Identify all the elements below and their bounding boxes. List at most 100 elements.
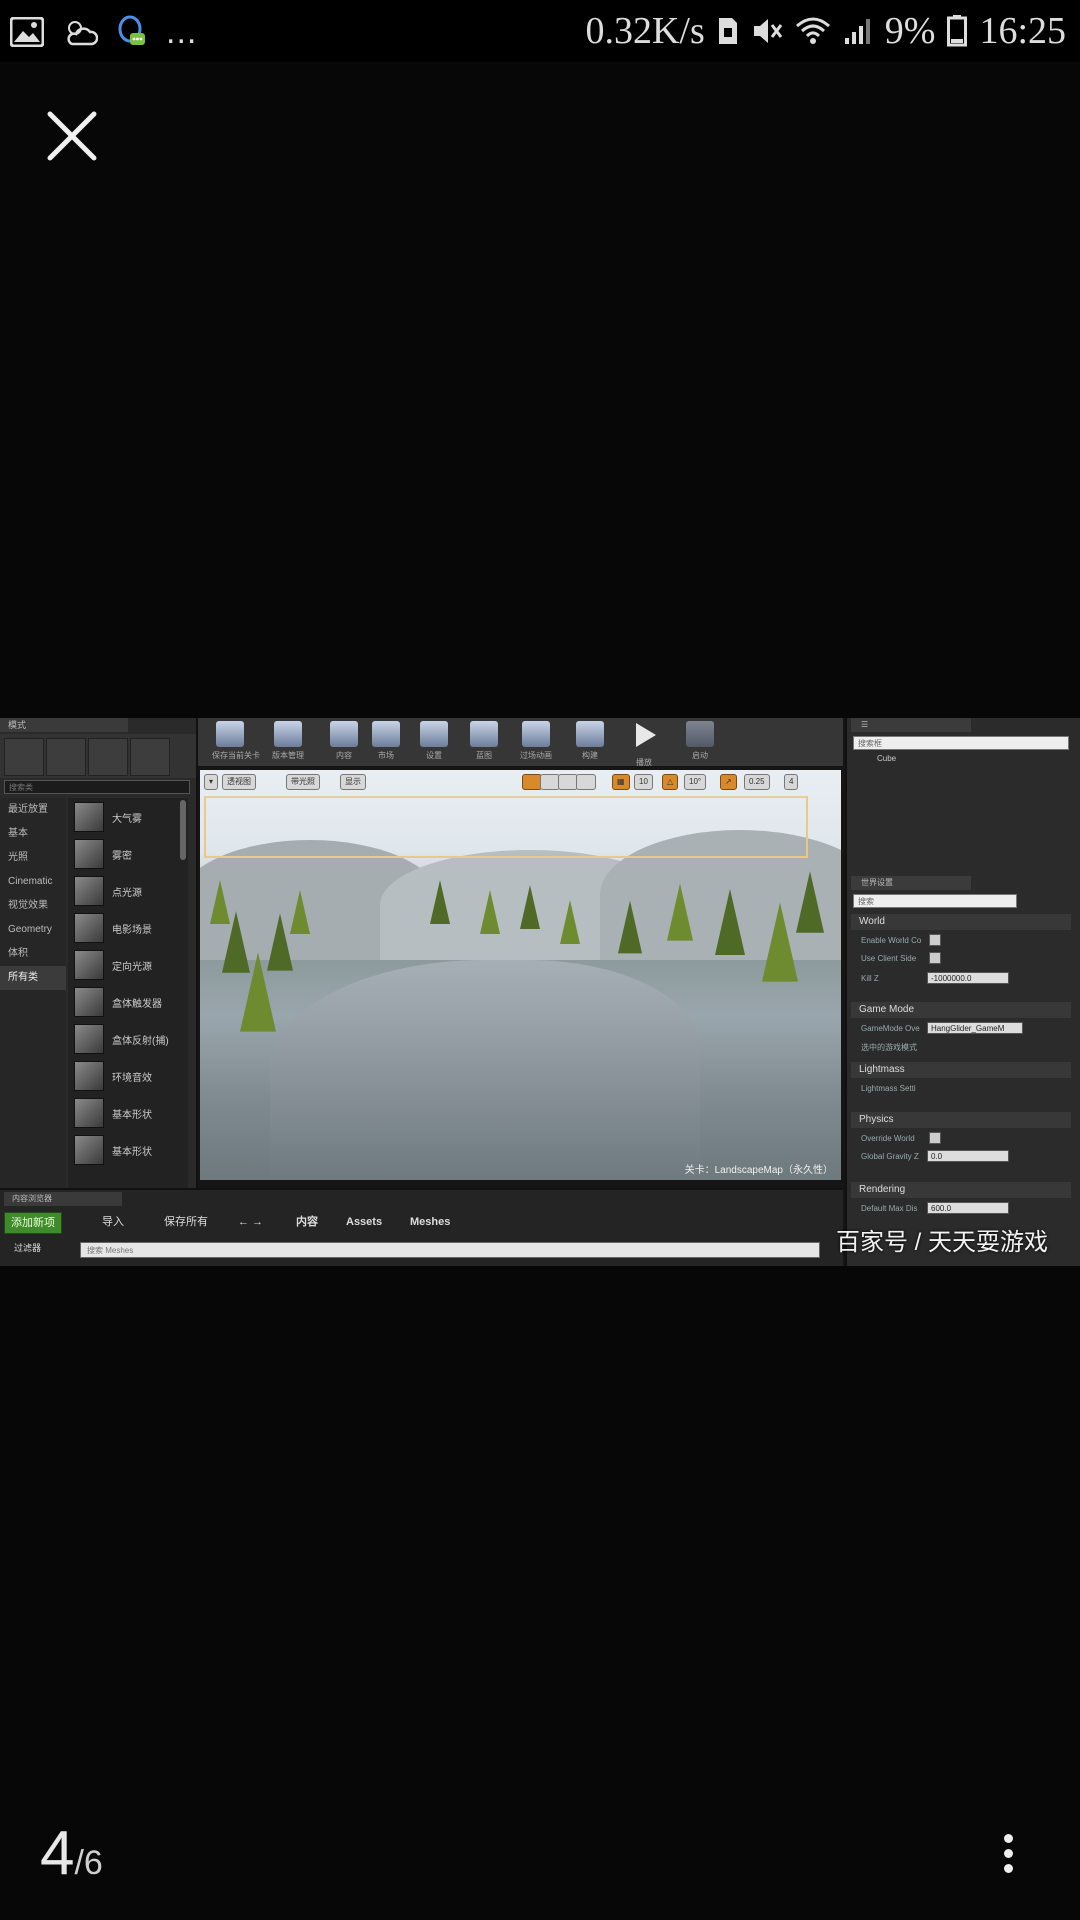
section-lightmass[interactable]: Lightmass xyxy=(851,1062,1071,1078)
translate-icon[interactable] xyxy=(522,774,542,790)
scale-snap-button[interactable]: ↗ xyxy=(720,774,737,790)
list-item[interactable]: 基本形状 xyxy=(68,1095,188,1131)
blueprints-icon xyxy=(470,721,498,747)
tree xyxy=(430,880,450,924)
property-label: Global Gravity Z xyxy=(861,1152,919,1161)
more-vertical-icon[interactable] xyxy=(990,1834,1026,1882)
class-search-input[interactable]: 搜索类 xyxy=(4,780,190,794)
launch-button[interactable]: 启动 xyxy=(682,721,718,763)
outliner-search-input[interactable]: 搜索框 xyxy=(853,736,1069,750)
category-item[interactable]: 光照 xyxy=(0,846,66,870)
rotate-icon[interactable] xyxy=(540,774,560,790)
content-browser-tab[interactable]: 内容浏览器 xyxy=(4,1192,122,1206)
details-search-input[interactable]: 搜索 xyxy=(853,894,1017,908)
viewport-options-button[interactable]: ▾ xyxy=(204,774,219,790)
category-item[interactable]: Cinematic xyxy=(0,870,66,894)
foliage-mode-button[interactable] xyxy=(130,738,170,776)
gravity-field[interactable]: 0.0 xyxy=(927,1150,1009,1162)
marketplace-button[interactable]: 市场 xyxy=(368,721,404,763)
build-button[interactable]: 构建 xyxy=(572,721,608,763)
show-button[interactable]: 显示 xyxy=(340,774,366,790)
max-distance-field[interactable]: 600.0 xyxy=(927,1202,1009,1214)
blueprints-button[interactable]: 蓝图 xyxy=(466,721,502,763)
section-game-mode[interactable]: Game Mode xyxy=(851,1002,1071,1018)
section-world[interactable]: World xyxy=(851,914,1071,930)
checkbox[interactable] xyxy=(929,934,941,946)
section-rendering[interactable]: Rendering xyxy=(851,1182,1071,1198)
lit-button[interactable]: 带光照 xyxy=(286,774,320,790)
source-control-button[interactable]: 版本管理 xyxy=(270,721,306,763)
grid-snap-button[interactable]: ▦ xyxy=(612,774,630,790)
selected-actor-bounds[interactable] xyxy=(204,796,808,858)
rotation-snap-value[interactable]: 10° xyxy=(684,774,707,790)
source-control-icon xyxy=(274,721,302,747)
kill-z-field[interactable]: -1000000.0 xyxy=(927,972,1009,984)
scale-snap-value[interactable]: 0.25 xyxy=(744,774,770,790)
scale-icon[interactable] xyxy=(558,774,578,790)
marketplace-icon xyxy=(372,721,400,747)
modes-tab[interactable]: 模式 xyxy=(0,718,128,732)
list-item[interactable]: 大气雾 xyxy=(68,799,188,835)
gamemode-dropdown[interactable]: HangGlider_GameM xyxy=(927,1022,1023,1034)
outliner-item[interactable]: Cube xyxy=(877,754,896,763)
content-button[interactable]: 内容 xyxy=(326,721,362,763)
save-button[interactable]: 保存当前关卡 xyxy=(212,721,260,763)
breadcrumb-item[interactable]: Assets xyxy=(346,1212,382,1232)
category-item-selected[interactable]: 所有类 xyxy=(0,966,66,990)
checkbox[interactable] xyxy=(929,1132,941,1144)
world-space-icon[interactable] xyxy=(576,774,596,790)
content-search-input[interactable]: 搜索 Meshes xyxy=(80,1242,820,1258)
close-icon[interactable] xyxy=(44,108,100,164)
property-label: Override World xyxy=(861,1134,915,1143)
category-item[interactable]: Geometry xyxy=(0,918,66,942)
list-item[interactable]: 环境音效 xyxy=(68,1058,188,1094)
history-nav-buttons[interactable]: ← → xyxy=(232,1212,269,1232)
play-button[interactable]: 播放 xyxy=(626,721,662,767)
mute-icon xyxy=(753,19,782,43)
landscape-mode-button[interactable] xyxy=(88,738,128,776)
photo-image[interactable]: 模式 搜索类 最近放置 基本 光照 Cinematic 视觉效果 Geometr… xyxy=(0,718,1080,1266)
category-item[interactable]: 体积 xyxy=(0,942,66,966)
grid-size-value[interactable]: 10 xyxy=(634,774,653,790)
watermark: 百家号 / 天天耍游戏 xyxy=(836,1229,1049,1256)
add-new-button[interactable]: 添加新项 xyxy=(4,1212,62,1234)
content-browser: 内容浏览器 添加新项 导入 保存所有 ← → 内容 Assets Meshes … xyxy=(0,1188,843,1266)
tree xyxy=(715,889,745,955)
river-terrain xyxy=(270,960,700,1180)
list-item[interactable]: 盒体反射(捕) xyxy=(68,1021,188,1057)
rotation-snap-button[interactable]: △ xyxy=(662,774,679,790)
camera-speed-value[interactable]: 4 xyxy=(784,774,799,790)
category-item[interactable]: 基本 xyxy=(0,822,66,846)
details-tab[interactable]: 世界设置 xyxy=(851,876,971,890)
checkbox[interactable] xyxy=(929,952,941,964)
perspective-button[interactable]: 透视图 xyxy=(222,774,256,790)
list-item[interactable]: 点光源 xyxy=(68,873,188,909)
modes-panel: 模式 搜索类 最近放置 基本 光照 Cinematic 视觉效果 Geometr… xyxy=(0,718,198,1188)
place-mode-button[interactable] xyxy=(4,738,44,776)
list-item[interactable]: 盒体触发器 xyxy=(68,984,188,1020)
property-label: Default Max Dis xyxy=(861,1204,918,1213)
section-physics[interactable]: Physics xyxy=(851,1112,1071,1128)
breadcrumb-item[interactable]: Meshes xyxy=(410,1212,450,1232)
paint-mode-button[interactable] xyxy=(46,738,86,776)
breadcrumb-item[interactable]: 内容 xyxy=(296,1212,318,1232)
import-button[interactable]: 导入 xyxy=(96,1212,130,1232)
tree xyxy=(520,885,540,929)
cinematics-button[interactable]: 过场动画 xyxy=(518,721,554,763)
outliner-tab[interactable]: ☰ xyxy=(851,718,971,732)
viewport-toolbar: ▾ 透视图 带光照 显示 ▦ 10 △ 10° ↗ 0.25 4 xyxy=(200,770,841,792)
filters-button[interactable]: 过滤器 xyxy=(8,1240,47,1256)
settings-button[interactable]: 设置 xyxy=(416,721,452,763)
category-item[interactable]: 最近放置 xyxy=(0,798,66,822)
right-panel: ☰ 搜索框 Cube 世界设置 搜索 World Enable World Co… xyxy=(845,718,1080,1266)
list-item[interactable]: 定向光源 xyxy=(68,947,188,983)
list-item[interactable]: 基本形状 xyxy=(68,1132,188,1168)
list-item[interactable]: 电影场景 xyxy=(68,910,188,946)
tree xyxy=(618,900,642,954)
category-item[interactable]: 视觉效果 xyxy=(0,894,66,918)
tree xyxy=(762,902,798,982)
level-viewport[interactable]: ▾ 透视图 带光照 显示 ▦ 10 △ 10° ↗ 0.25 4 关卡：Land… xyxy=(200,770,841,1180)
list-item[interactable]: 雾密 xyxy=(68,836,188,872)
qq-icon xyxy=(118,15,145,45)
save-all-button[interactable]: 保存所有 xyxy=(158,1212,214,1232)
